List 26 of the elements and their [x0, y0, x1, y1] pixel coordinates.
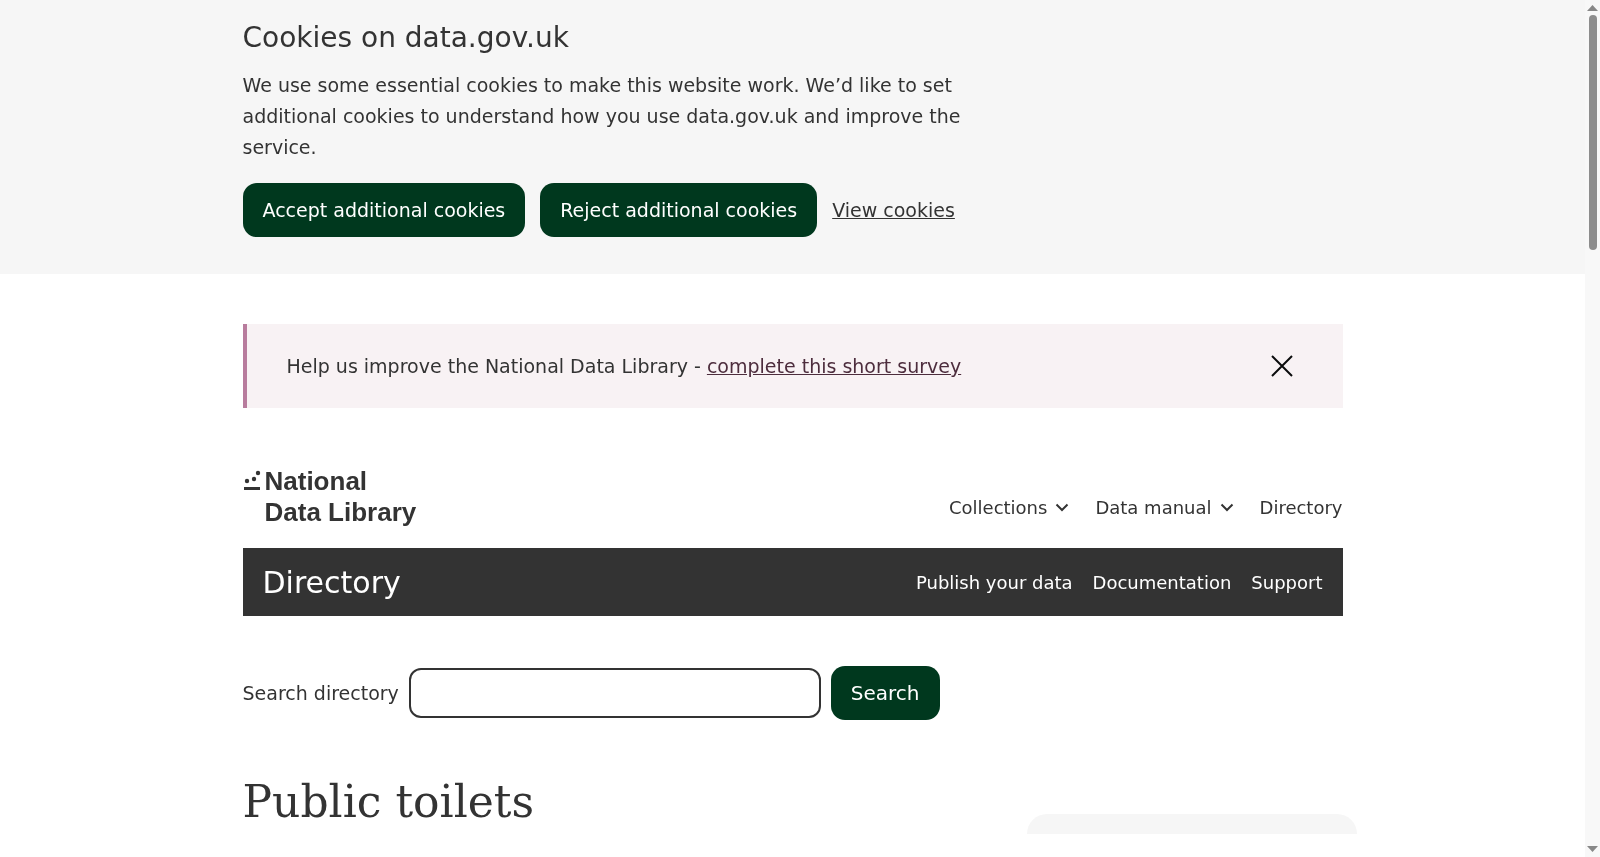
service-link[interactable]: Documentation — [1092, 571, 1232, 593]
cookie-button[interactable]: Reject additional cookies — [540, 183, 818, 237]
service-link[interactable]: Support — [1251, 571, 1323, 593]
cookie-heading: Cookies on data.gov.uk — [242, 20, 570, 56]
service-link[interactable]: Publish your data — [915, 571, 1073, 593]
page-title: Public toilets — [242, 776, 534, 827]
search-field[interactable] — [408, 668, 821, 718]
survey-text: Help us improve the National Data Library - complete this short survey — [286, 355, 962, 377]
scrollbar-thumb[interactable] — [1588, 15, 1597, 250]
scroll-down-icon[interactable] — [1587, 846, 1598, 852]
service-title[interactable]: Directory — [262, 564, 401, 600]
nav-dropdown[interactable]: Collections — [949, 496, 1070, 518]
chevron-down-icon — [1219, 502, 1234, 512]
scroll-up-icon[interactable] — [1587, 5, 1598, 11]
close-icon[interactable] — [1270, 355, 1293, 377]
search-button[interactable]: Search — [830, 666, 940, 720]
survey-link[interactable]: complete this short survey — [706, 355, 962, 377]
logo-dots-icon[interactable] — [242, 470, 261, 492]
cookie-button[interactable]: Accept additional cookies — [242, 183, 526, 237]
nav-link[interactable]: Directory — [1259, 496, 1343, 518]
view-cookies-link[interactable]: View cookies — [832, 199, 955, 221]
search-label: Search directory — [242, 682, 399, 704]
cookie-text: We use some essential cookies to make this website work. We’d like to set additional cookies to understand how you use data.gov.uk and improve the service. — [242, 73, 962, 160]
nav-dropdown[interactable]: Data manual — [1095, 496, 1234, 518]
chevron-down-icon — [1055, 502, 1070, 512]
logo-wordmark[interactable]: National Data Library — [264, 466, 417, 528]
